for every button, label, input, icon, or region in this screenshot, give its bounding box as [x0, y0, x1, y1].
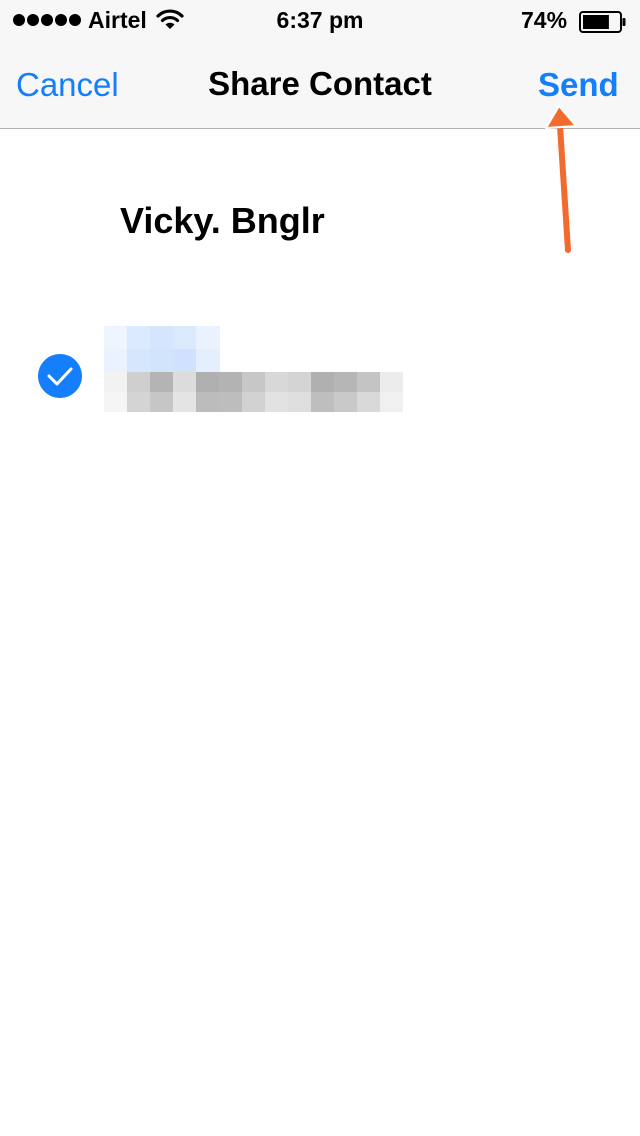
redacted-field-value: [104, 372, 403, 412]
send-button[interactable]: Send: [538, 66, 619, 104]
contact-name: Vicky. Bnglr: [120, 200, 325, 241]
battery-percent: 74%: [521, 7, 568, 33]
arrow-up-annotation: [545, 105, 577, 253]
battery-icon: [579, 11, 627, 39]
status-bar: Airtel 6:37 pm 74%: [0, 0, 640, 40]
contact-select-checkbox[interactable]: [38, 354, 82, 398]
checkmark-icon: [47, 367, 73, 386]
redacted-field-label: [104, 326, 220, 372]
